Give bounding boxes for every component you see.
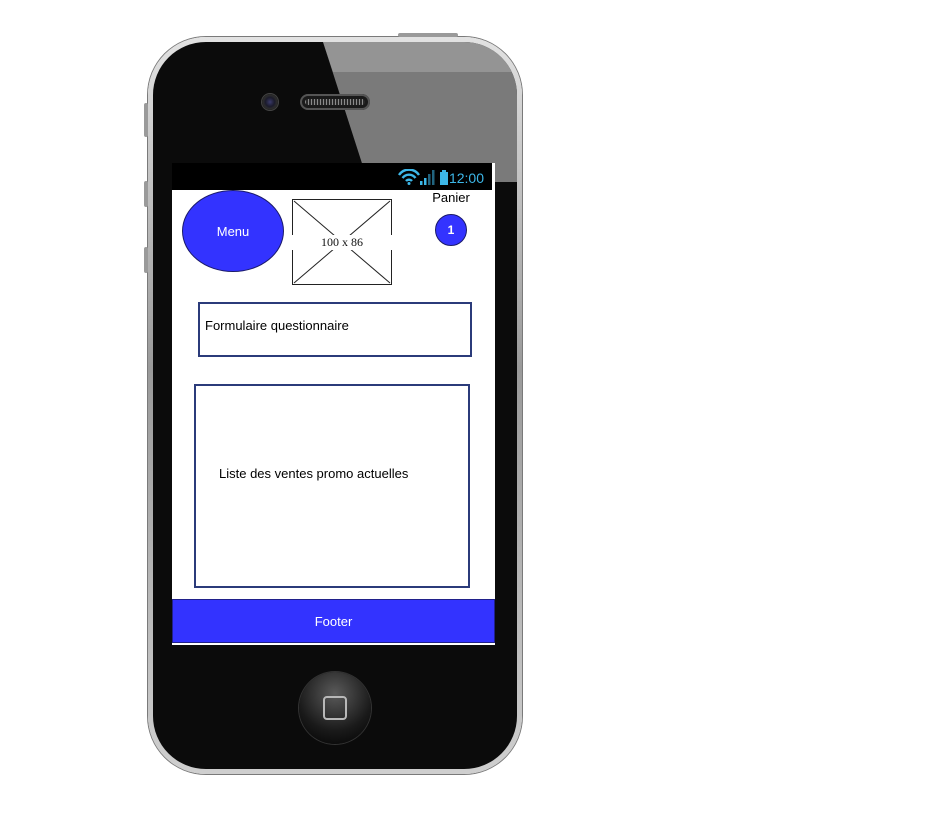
status-time: 12:00	[448, 170, 484, 186]
image-placeholder: 100 x 86	[292, 199, 392, 285]
power-button	[398, 33, 458, 37]
volume-down-button	[144, 247, 148, 273]
phone-screen: 12:00 Menu 100 x 86 Panier 1 Formulaire …	[172, 163, 495, 645]
screen-glare	[323, 42, 517, 182]
battery-icon	[440, 170, 448, 185]
image-placeholder-label: 100 x 86	[292, 235, 392, 250]
front-camera	[262, 94, 278, 110]
questionnaire-form[interactable]: Formulaire questionnaire	[198, 302, 472, 357]
wifi-icon	[398, 169, 420, 185]
cart-label[interactable]: Panier	[426, 190, 476, 205]
volume-up-button	[144, 181, 148, 207]
questionnaire-form-label: Formulaire questionnaire	[205, 318, 349, 333]
mute-switch	[144, 103, 148, 137]
cart-count-badge[interactable]: 1	[435, 214, 467, 246]
home-button[interactable]	[299, 672, 371, 744]
home-square-icon	[323, 696, 347, 720]
promo-sales-list-label: Liste des ventes promo actuelles	[219, 466, 409, 481]
earpiece-speaker	[300, 94, 370, 110]
status-bar: 12:00	[172, 163, 492, 190]
promo-sales-list[interactable]: Liste des ventes promo actuelles	[194, 384, 470, 588]
footer-bar[interactable]: Footer	[172, 599, 495, 643]
signal-icon	[420, 170, 435, 185]
menu-button[interactable]: Menu	[182, 190, 284, 272]
